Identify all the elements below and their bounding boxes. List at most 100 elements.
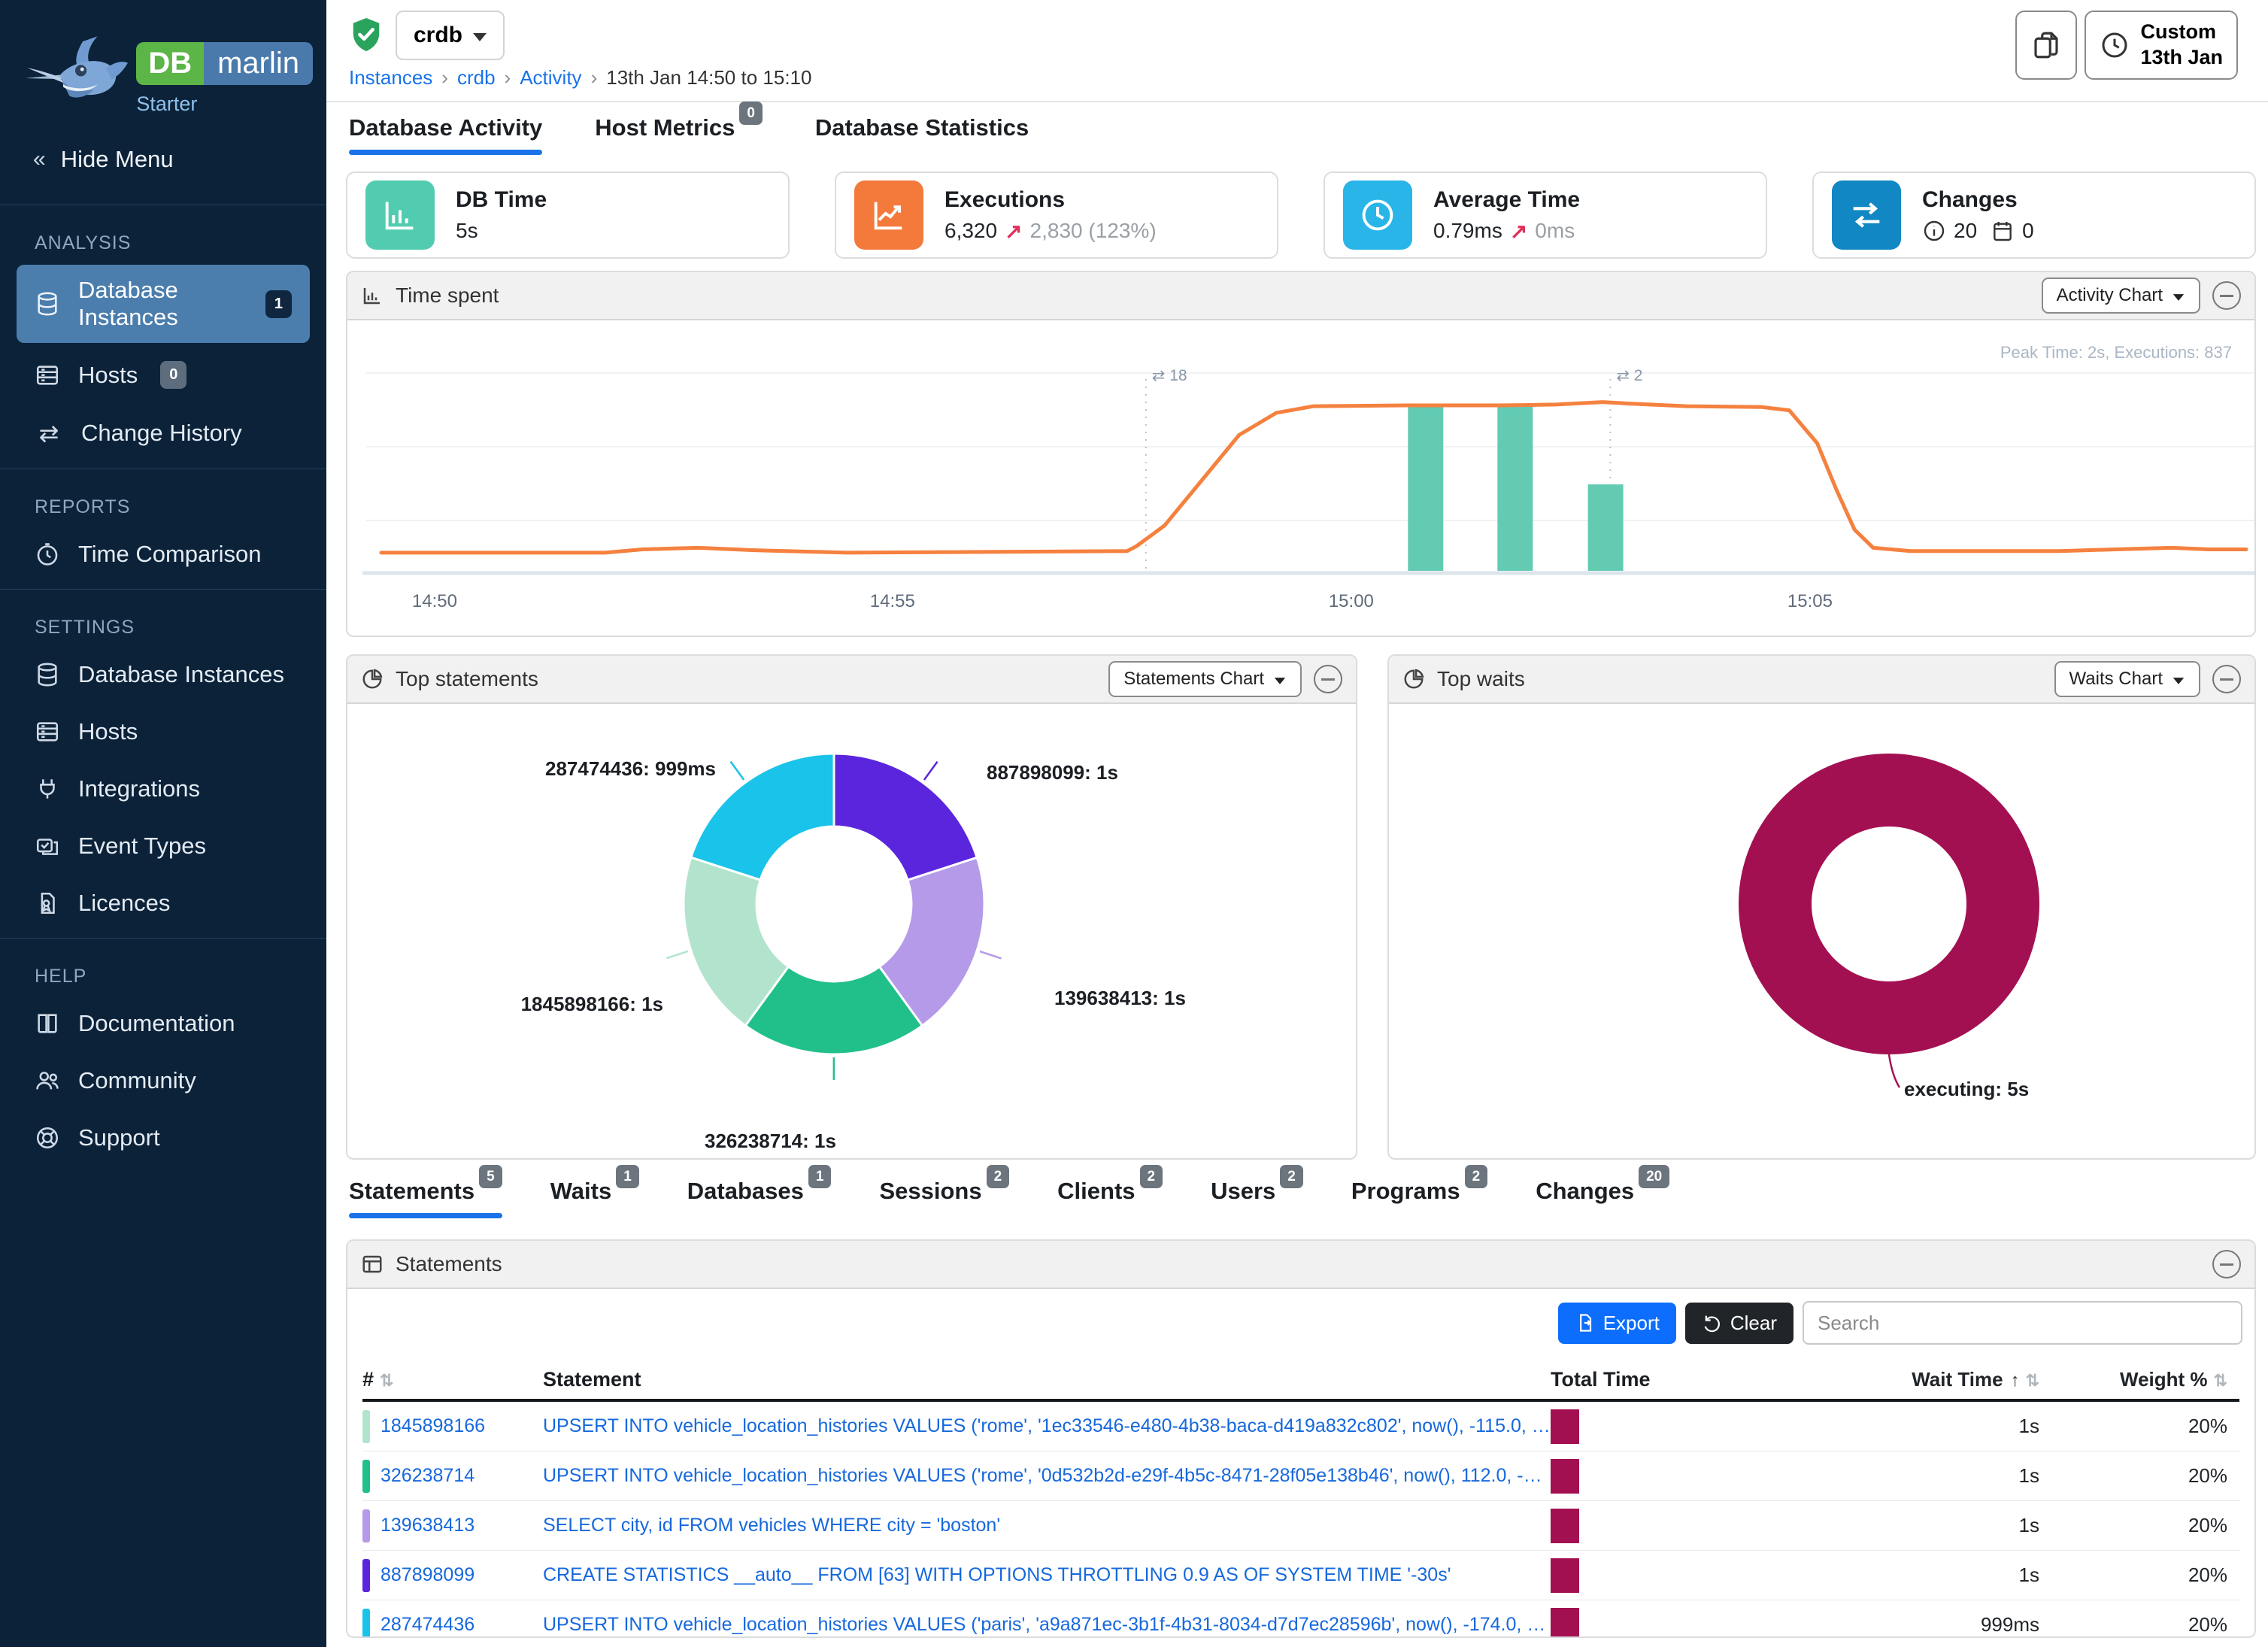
collapse-panel-icon[interactable] bbox=[2212, 1250, 2241, 1278]
metric-cards: DB Time 5s Executions 6,320 ↗ 2,830 (123… bbox=[346, 171, 2256, 259]
calendar-icon[interactable] bbox=[1991, 219, 2015, 243]
tab-database-activity[interactable]: Database Activity bbox=[349, 114, 542, 155]
card-value: 6,320 bbox=[944, 219, 997, 243]
pie-chart-icon bbox=[361, 668, 384, 690]
tab-changes[interactable]: Changes20 bbox=[1536, 1178, 1669, 1218]
changes-event-count: 0 bbox=[2022, 219, 2034, 243]
statement-id-link[interactable]: 287474436 bbox=[381, 1614, 475, 1636]
sidebar-item-integrations[interactable]: Integrations bbox=[17, 763, 310, 814]
activity-chart-selector[interactable]: Activity Chart bbox=[2042, 278, 2200, 314]
export-icon bbox=[1575, 1312, 1596, 1333]
copy-link-button[interactable] bbox=[2015, 11, 2077, 80]
instance-selector[interactable]: crdb bbox=[396, 11, 505, 60]
statement-color-chip bbox=[362, 1410, 370, 1443]
tab-count-badge: 20 bbox=[1639, 1165, 1669, 1188]
statements-chart-selector[interactable]: Statements Chart bbox=[1108, 661, 1302, 697]
svg-text:14:55: 14:55 bbox=[870, 591, 915, 611]
info-icon[interactable] bbox=[1922, 219, 1946, 243]
card-value: 5s bbox=[456, 219, 478, 243]
total-time-bar bbox=[1551, 1459, 1579, 1494]
statement-id-link[interactable]: 1845898166 bbox=[381, 1415, 485, 1437]
weight-value: 20% bbox=[2039, 1464, 2227, 1488]
col-total-time[interactable]: Total Time bbox=[1551, 1368, 1651, 1391]
activity-chart[interactable]: 14:5014:5515:0015:05⇄ 18⇄ 2 bbox=[347, 320, 2256, 637]
clear-button[interactable]: Clear bbox=[1685, 1303, 1793, 1344]
tab-sessions[interactable]: Sessions2 bbox=[879, 1178, 1009, 1218]
waits-donut-chart[interactable] bbox=[1389, 704, 2254, 1160]
statement-id-link[interactable]: 887898099 bbox=[381, 1564, 475, 1586]
sidebar-item-time-comparison[interactable]: Time Comparison bbox=[17, 529, 310, 580]
sidebar-item-change-history[interactable]: ⇄ Change History bbox=[17, 407, 310, 460]
collapse-panel-icon[interactable] bbox=[1314, 665, 1342, 693]
tab-users[interactable]: Users2 bbox=[1211, 1178, 1303, 1218]
export-button[interactable]: Export bbox=[1558, 1303, 1676, 1344]
sort-icon[interactable]: ⇅ bbox=[2026, 1371, 2039, 1390]
plug-icon bbox=[35, 776, 60, 802]
tab-label: Statements bbox=[349, 1178, 475, 1204]
tab-count-badge: 2 bbox=[1465, 1165, 1488, 1188]
table-row: 887898099 CREATE STATISTICS __auto__ FRO… bbox=[362, 1551, 2239, 1600]
time-range-button[interactable]: Custom 13th Jan bbox=[2085, 11, 2238, 80]
sidebar-item-database-instances[interactable]: Database Instances 1 bbox=[17, 265, 310, 343]
sidebar-item-settings-database-instances[interactable]: Database Instances bbox=[17, 649, 310, 700]
statement-color-chip bbox=[362, 1559, 370, 1592]
card-title: Executions bbox=[944, 187, 1157, 213]
health-shield-icon bbox=[349, 16, 384, 55]
brand-db-badge: DB bbox=[136, 42, 204, 85]
breadcrumb: Instances › crdb › Activity › 13th Jan 1… bbox=[349, 66, 811, 89]
tab-databases[interactable]: Databases1 bbox=[687, 1178, 832, 1218]
time-spent-header: Time spent Activity Chart bbox=[347, 272, 2254, 320]
tab-label: Programs bbox=[1351, 1178, 1460, 1204]
table-row: 139638413 SELECT city, id FROM vehicles … bbox=[362, 1501, 2239, 1551]
statement-sql-link[interactable]: UPSERT INTO vehicle_location_histories V… bbox=[543, 1415, 1551, 1437]
breadcrumb-instances[interactable]: Instances bbox=[349, 66, 432, 89]
donut-label: 326238714: 1s bbox=[705, 1130, 836, 1153]
breadcrumb-crdb[interactable]: crdb bbox=[457, 66, 496, 89]
sidebar-item-documentation[interactable]: Documentation bbox=[17, 998, 310, 1049]
donut-label: 139638413: 1s bbox=[1054, 987, 1186, 1010]
wait-time-value: 1s bbox=[1724, 1464, 2039, 1488]
statement-sql-link[interactable]: CREATE STATISTICS __auto__ FROM [63] WIT… bbox=[543, 1564, 1551, 1586]
waits-chart-selector[interactable]: Waits Chart bbox=[2054, 661, 2200, 697]
tab-database-statistics[interactable]: Database Statistics bbox=[815, 114, 1029, 155]
sidebar-item-event-types[interactable]: Event Types bbox=[17, 820, 310, 872]
sidebar-item-settings-hosts[interactable]: Hosts bbox=[17, 706, 310, 757]
tab-waits[interactable]: Waits1 bbox=[550, 1178, 639, 1218]
statement-sql-link[interactable]: UPSERT INTO vehicle_location_histories V… bbox=[543, 1614, 1551, 1636]
statement-id-link[interactable]: 139638413 bbox=[381, 1515, 475, 1536]
search-input[interactable] bbox=[1803, 1301, 2242, 1345]
tab-clients[interactable]: Clients2 bbox=[1057, 1178, 1163, 1218]
sort-icon[interactable]: ⇅ bbox=[380, 1371, 393, 1390]
sidebar-item-licences[interactable]: Licences bbox=[17, 878, 310, 929]
chart-selector-label: Statements Chart bbox=[1123, 669, 1264, 690]
total-time-bar bbox=[1551, 1608, 1579, 1639]
tab-statements[interactable]: Statements5 bbox=[349, 1178, 502, 1218]
breadcrumb-separator: › bbox=[591, 66, 598, 89]
col-weight[interactable]: Weight % bbox=[2120, 1368, 2208, 1391]
hide-menu-button[interactable]: « Hide Menu bbox=[0, 123, 326, 196]
main-content: crdb Instances › crdb › Activity › 13th … bbox=[326, 0, 2268, 1647]
sidebar-item-support[interactable]: Support bbox=[17, 1112, 310, 1163]
range-label-custom: Custom bbox=[2140, 20, 2216, 43]
count-badge: 0 bbox=[160, 361, 186, 389]
statement-sql-link[interactable]: SELECT city, id FROM vehicles WHERE city… bbox=[543, 1515, 1551, 1536]
statement-sql-link[interactable]: UPSERT INTO vehicle_location_histories V… bbox=[543, 1465, 1551, 1487]
statement-id-link[interactable]: 326238714 bbox=[381, 1465, 475, 1487]
sort-icon[interactable]: ⇅ bbox=[2214, 1371, 2227, 1390]
tab-host-metrics[interactable]: Host Metrics0 bbox=[595, 114, 763, 155]
collapse-panel-icon[interactable] bbox=[2212, 281, 2241, 310]
col-id[interactable]: # bbox=[362, 1368, 374, 1391]
sidebar-item-label: Licences bbox=[78, 890, 170, 917]
sidebar-item-community[interactable]: Community bbox=[17, 1055, 310, 1106]
card-changes: Changes 20 0 bbox=[1812, 171, 2256, 259]
col-statement[interactable]: Statement bbox=[543, 1368, 641, 1391]
tab-programs[interactable]: Programs2 bbox=[1351, 1178, 1487, 1218]
sidebar-item-hosts[interactable]: Hosts 0 bbox=[17, 349, 310, 401]
breadcrumb-activity[interactable]: Activity bbox=[520, 66, 581, 89]
section-title-settings: SETTINGS bbox=[35, 617, 292, 638]
table-icon bbox=[361, 1253, 384, 1275]
col-wait-time[interactable]: Wait Time bbox=[1912, 1368, 2003, 1391]
collapse-panel-icon[interactable] bbox=[2212, 665, 2241, 693]
tab-label: Databases bbox=[687, 1178, 804, 1204]
main-tabs: Database Activity Host Metrics0 Database… bbox=[349, 114, 1029, 155]
